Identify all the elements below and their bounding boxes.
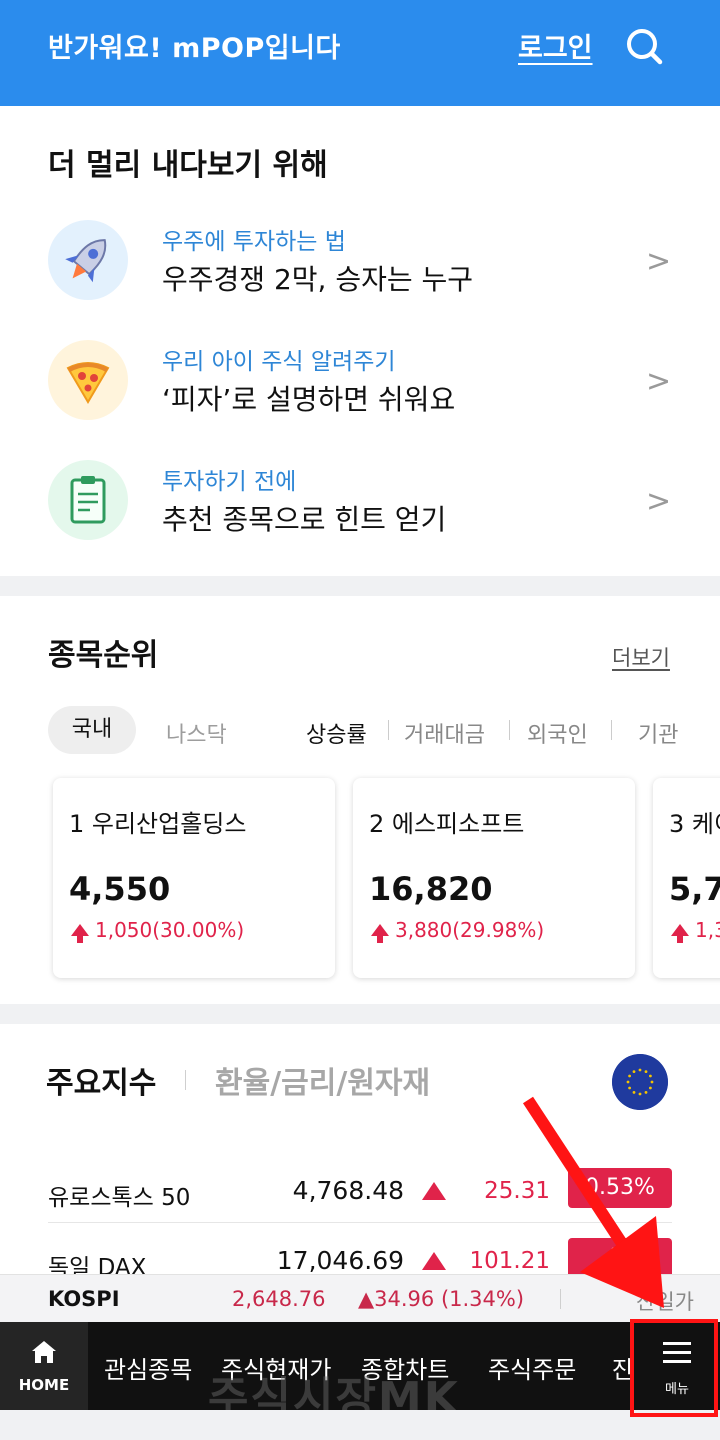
stock-card[interactable]: 2 에스피소프트 16,820 3,880(29.98%): [353, 778, 635, 978]
stock-card[interactable]: 1 우리산업홀딩스 4,550 1,050(30.00%): [53, 778, 335, 978]
divider: [509, 720, 510, 740]
divider: [388, 720, 389, 740]
nav-item-watchlist[interactable]: 관심종목: [104, 1350, 192, 1385]
index-value: 4,768.48: [292, 1176, 404, 1205]
stock-change: 1,050(30.00%): [71, 918, 245, 943]
section-title: 더 멀리 내다보기 위해: [48, 148, 328, 183]
home-label: HOME: [18, 1376, 70, 1394]
market-ticker[interactable]: KOSPI 2,648.76 ▲34.96 (1.34%) 산일가: [0, 1274, 720, 1322]
feature-title: 우주경쟁 2막, 승자는 누구: [162, 263, 474, 296]
feature-title: 추천 종목으로 힌트 얻기: [162, 503, 447, 536]
chevron-right-icon: >: [646, 484, 672, 519]
sort-tab-foreigner[interactable]: 외국인: [527, 717, 588, 749]
home-icon: [32, 1341, 56, 1363]
index-value: 17,046.69: [276, 1246, 404, 1275]
feature-subtitle: 우리 아이 주식 알려주기: [162, 349, 396, 375]
tab-major-indices[interactable]: 주요지수: [46, 1058, 156, 1102]
clipboard-icon: [48, 460, 128, 540]
indices-section: 주요지수 환율/금리/원자재 유로스톡스 50 4,768.48 25.31 0…: [0, 1024, 720, 1281]
ticker-change: ▲34.96 (1.34%): [358, 1287, 525, 1311]
more-link[interactable]: 더보기: [612, 642, 670, 672]
greeting-title: 반가워요! mPOP입니다: [48, 33, 341, 64]
search-icon[interactable]: [624, 26, 664, 66]
sort-tab-rise-rate[interactable]: 상승률: [306, 717, 367, 749]
rocket-icon: [48, 220, 128, 300]
divider: [611, 720, 612, 740]
section-title: 종목순위: [48, 638, 159, 673]
stock-change-value: 1,3: [695, 918, 720, 942]
up-triangle-icon: [422, 1252, 446, 1270]
stock-change-value: 1,050(30.00%): [95, 918, 245, 942]
pizza-icon: [48, 340, 128, 420]
home-button[interactable]: HOME: [0, 1322, 88, 1410]
stock-price: 4,550: [69, 870, 171, 908]
up-triangle-icon: [422, 1182, 446, 1200]
feature-item-recommend[interactable]: 투자하기 전에 추천 종목으로 힌트 얻기 >: [0, 456, 720, 566]
feature-subtitle: 투자하기 전에: [162, 469, 297, 495]
index-change: 25.31: [484, 1178, 550, 1204]
up-arrow-icon: [371, 924, 389, 943]
bottom-strip: [0, 1410, 720, 1440]
tab-exchange-rates[interactable]: 환율/금리/원자재: [215, 1058, 430, 1102]
stock-name: 1 우리산업홀딩스: [69, 810, 247, 838]
index-change: 101.21: [469, 1248, 550, 1274]
up-arrow-icon: [71, 924, 89, 943]
feature-item-space[interactable]: 우주에 투자하는 법 우주경쟁 2막, 승자는 누구 >: [0, 216, 720, 326]
index-row[interactable]: 유로스톡스 50 4,768.48 25.31 0.53%: [48, 1166, 672, 1236]
up-arrow-icon: [671, 924, 689, 943]
stock-change-value: 3,880(29.98%): [395, 918, 545, 942]
stock-price: 16,820: [369, 870, 493, 908]
index-percent-badge: %: [568, 1238, 672, 1278]
chevron-right-icon: >: [646, 364, 672, 399]
stock-change: 3,880(29.98%): [371, 918, 545, 943]
tab-domestic[interactable]: 국내: [48, 706, 136, 754]
login-link[interactable]: 로그인: [518, 26, 593, 65]
feature-item-pizza[interactable]: 우리 아이 주식 알려주기 ‘피자’로 설명하면 쉬워요 >: [0, 336, 720, 446]
highlight-frame: [630, 1319, 718, 1417]
ranking-section: 종목순위 더보기 국내 나스닥 상승률 거래대금 외국인 기관 1 우리산업홀딩…: [0, 596, 720, 1004]
feature-section: 더 멀리 내다보기 위해 우주에 투자하는 법 우주경쟁 2막, 승자는 누구 …: [0, 106, 720, 576]
app-header: 반가워요! mPOP입니다 로그인: [0, 0, 720, 106]
stock-change: 1,3: [671, 918, 720, 943]
stock-name: 2 에스피소프트: [369, 810, 525, 838]
stock-card[interactable]: 3 케이 5,7 1,3: [653, 778, 720, 978]
sort-tab-institution[interactable]: 기관: [638, 717, 678, 749]
feature-subtitle: 우주에 투자하는 법: [162, 229, 346, 255]
index-name: 유로스톡스 50: [48, 1185, 191, 1211]
chevron-right-icon: >: [646, 244, 672, 279]
tab-nasdaq[interactable]: 나스닥: [166, 717, 227, 749]
stock-price: 5,7: [669, 870, 720, 908]
divider: [185, 1070, 186, 1090]
divider: [560, 1289, 561, 1309]
sort-tab-trade-amount[interactable]: 거래대금: [404, 717, 485, 749]
nav-item-order[interactable]: 주식주문: [488, 1350, 576, 1385]
index-percent-badge: 0.53%: [568, 1168, 672, 1208]
ticker-name: KOSPI: [48, 1287, 120, 1311]
row-divider: [48, 1222, 672, 1223]
eu-flag-icon[interactable]: [612, 1054, 668, 1110]
stock-name: 3 케이: [669, 810, 720, 838]
screen: 반가워요! mPOP입니다 로그인 더 멀리 내다보기 위해 우주에 투자하는 …: [0, 0, 720, 1440]
ticker-extra: 산일가: [636, 1290, 694, 1314]
feature-title: ‘피자’로 설명하면 쉬워요: [162, 383, 456, 416]
ticker-value: 2,648.76: [232, 1287, 326, 1311]
